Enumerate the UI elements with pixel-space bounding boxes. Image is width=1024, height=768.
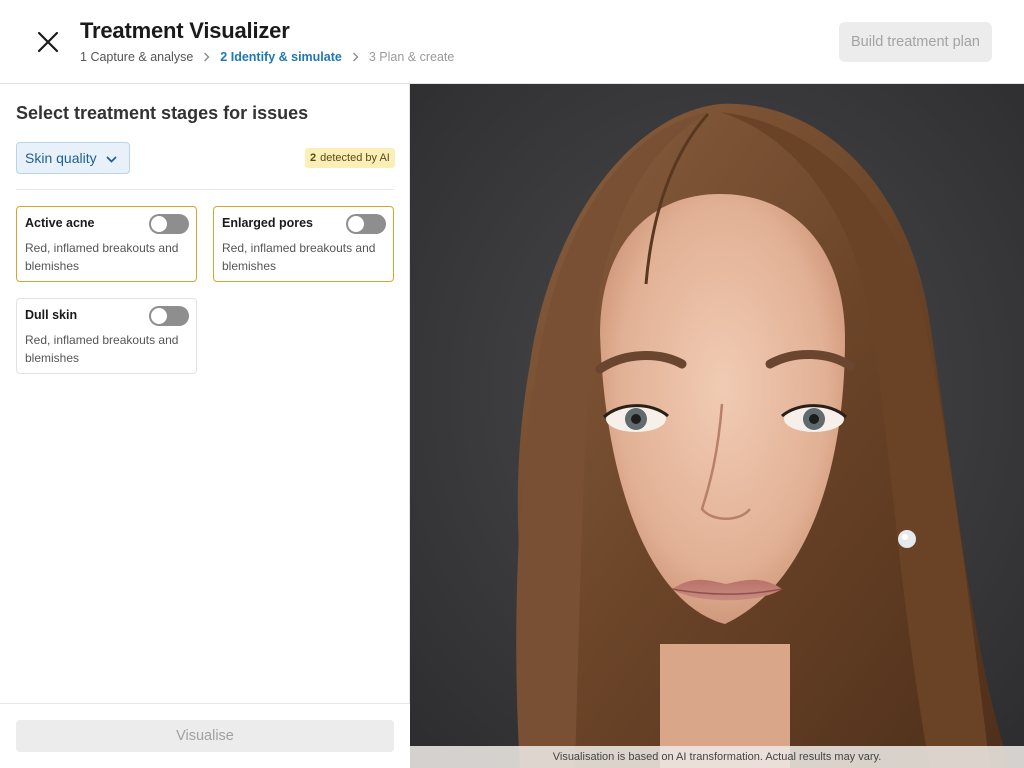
toggle-knob bbox=[348, 216, 364, 232]
visualise-button[interactable]: Visualise bbox=[16, 720, 394, 752]
ai-disclaimer: Visualisation is based on AI transformat… bbox=[410, 746, 1024, 768]
category-dropdown[interactable]: Skin quality bbox=[16, 142, 130, 174]
chevron-right-icon bbox=[352, 52, 359, 62]
issue-card-description: Red, inflamed breakouts and blemishes bbox=[222, 241, 376, 273]
step-identify[interactable]: 2 Identify & simulate bbox=[220, 50, 342, 64]
breadcrumb: 1 Capture & analyse 2 Identify & simulat… bbox=[80, 49, 454, 65]
dull-skin-toggle[interactable] bbox=[149, 306, 189, 326]
close-button[interactable] bbox=[30, 24, 66, 60]
chevron-right-icon bbox=[203, 52, 210, 62]
panel-title: Select treatment stages for issues bbox=[16, 103, 309, 123]
treatment-stage-panel: Select treatment stages for issues Skin … bbox=[0, 84, 410, 768]
step-number: 3 bbox=[368, 50, 376, 64]
category-dropdown-value: Skin quality bbox=[25, 150, 97, 166]
chevron-down-icon bbox=[106, 152, 117, 168]
ai-detected-count: 2 bbox=[310, 152, 317, 164]
issue-card-active-acne[interactable]: Active acne Red, inflamed breakouts and … bbox=[16, 206, 197, 282]
ai-detected-badge: 2 detected by AI bbox=[305, 148, 395, 168]
step-number: 2 bbox=[220, 50, 228, 64]
toggle-knob bbox=[151, 216, 167, 232]
issue-card-description: Red, inflamed breakouts and blemishes bbox=[25, 333, 179, 365]
active-acne-toggle[interactable] bbox=[149, 214, 189, 234]
issue-card-enlarged-pores[interactable]: Enlarged pores Red, inflamed breakouts a… bbox=[213, 206, 394, 282]
step-number: 1 bbox=[80, 50, 87, 64]
step-plan[interactable]: 3 Plan & create bbox=[369, 50, 454, 64]
step-label: Capture & analyse bbox=[90, 50, 194, 64]
step-label: Plan & create bbox=[379, 50, 455, 64]
page-title: Treatment Visualizer bbox=[80, 18, 290, 43]
close-icon bbox=[37, 31, 59, 53]
issue-card-description: Red, inflamed breakouts and blemishes bbox=[25, 241, 179, 273]
step-label: Identify & simulate bbox=[230, 50, 342, 64]
treatment-visualizer-app: Treatment Visualizer 1 Capture & analyse… bbox=[0, 0, 1024, 768]
header: Treatment Visualizer 1 Capture & analyse… bbox=[0, 0, 1024, 84]
ai-detected-label: detected by AI bbox=[320, 152, 390, 164]
build-treatment-plan-button[interactable]: Build treatment plan bbox=[839, 22, 992, 62]
portrait-photo: Visualisation is based on AI transformat… bbox=[410, 84, 1024, 768]
toggle-knob bbox=[151, 308, 167, 324]
issue-card-dull-skin[interactable]: Dull skin Red, inflamed breakouts and bl… bbox=[16, 298, 197, 374]
divider bbox=[16, 189, 394, 190]
panel-footer: Visualise bbox=[0, 703, 410, 768]
enlarged-pores-toggle[interactable] bbox=[346, 214, 386, 234]
step-capture[interactable]: 1 Capture & analyse bbox=[80, 50, 193, 64]
portrait-illustration bbox=[410, 84, 1024, 768]
